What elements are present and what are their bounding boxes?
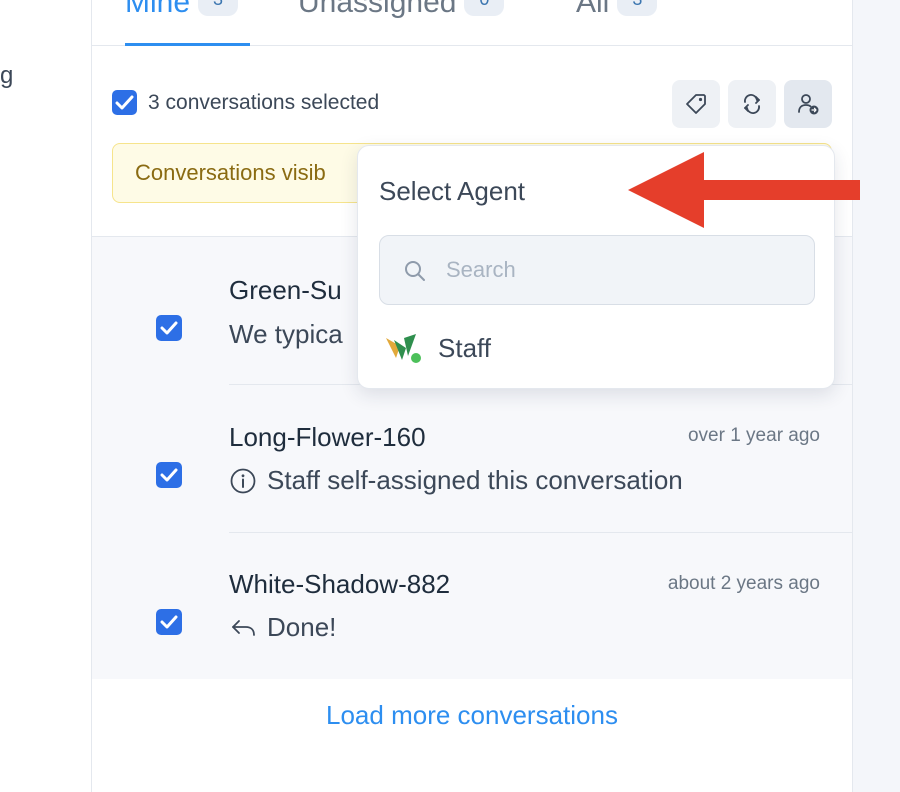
tab-mine-count: 3 — [198, 0, 239, 16]
conversation-name: Green-Su — [229, 275, 342, 305]
label-button[interactable] — [672, 80, 720, 128]
conversation-preview: Done! — [229, 612, 336, 643]
conversation-checkbox[interactable] — [156, 462, 182, 488]
reply-icon — [232, 619, 255, 636]
info-icon — [230, 468, 256, 493]
conversation-preview-text: Staff self-assigned this conversation — [267, 465, 683, 495]
checkmark-icon — [160, 321, 178, 335]
sidebar-partial-text: g — [0, 62, 14, 89]
change-status-button[interactable] — [728, 80, 776, 128]
conversation-preview: We typica — [229, 319, 343, 350]
agent-avatar — [386, 334, 423, 365]
tab-mine[interactable]: Mine 3 — [125, 0, 250, 46]
annotation-arrow — [628, 152, 860, 228]
bulk-action-bar: 3 conversations selected — [112, 80, 832, 128]
conversation-name: Long-Flower-160 — [229, 422, 426, 452]
checkmark-icon — [115, 95, 134, 110]
conversation-preview-text: We typica — [229, 319, 343, 349]
conversation-checkbox[interactable] — [156, 315, 182, 341]
checkmark-icon — [160, 468, 178, 482]
tab-unassigned[interactable]: Unassigned 0 — [298, 0, 530, 46]
conversation-row[interactable]: Long-Flower-160 over 1 year ago Staff se… — [92, 385, 852, 533]
search-icon — [405, 261, 425, 281]
agent-option-staff[interactable]: Staff — [384, 330, 491, 366]
tab-all[interactable]: All 3 — [576, 0, 666, 46]
selected-count-text: 3 conversations selected — [148, 91, 380, 114]
tab-mine-label: Mine — [125, 0, 191, 19]
right-background-strip — [853, 0, 900, 792]
conversation-list-panel: Mine 3 Unassigned 0 All 3 3 conversation… — [91, 0, 853, 792]
tag-icon — [686, 94, 706, 114]
tab-unassigned-label: Unassigned — [298, 0, 457, 19]
dropdown-title: Select Agent — [379, 176, 525, 206]
assign-agent-icon — [798, 94, 819, 115]
conversation-checkbox[interactable] — [156, 609, 182, 635]
tab-unassigned-count: 0 — [464, 0, 505, 16]
conversation-name: White-Shadow-882 — [229, 569, 451, 599]
refresh-icon — [744, 94, 760, 114]
tab-all-count: 3 — [617, 0, 658, 16]
conversation-time: over 1 year ago — [687, 425, 820, 446]
online-status-dot — [409, 351, 423, 365]
conversation-row[interactable]: White-Shadow-882 about 2 years ago Done! — [92, 533, 852, 680]
select-all-checkbox[interactable] — [112, 90, 137, 115]
assign-agent-button[interactable] — [784, 80, 832, 128]
tab-all-label: All — [576, 0, 610, 19]
conversation-tabs: Mine 3 Unassigned 0 All 3 — [92, 0, 852, 46]
conversation-preview-text: Done! — [267, 612, 337, 642]
agent-search-field[interactable] — [379, 235, 815, 305]
agent-search-input[interactable] — [446, 250, 786, 290]
load-more-link[interactable]: Load more conversations — [92, 700, 852, 731]
conversation-time: about 2 years ago — [667, 573, 820, 594]
conversation-preview: Staff self-assigned this conversation — [229, 465, 683, 496]
checkmark-icon — [160, 615, 178, 629]
agent-name: Staff — [438, 332, 492, 363]
